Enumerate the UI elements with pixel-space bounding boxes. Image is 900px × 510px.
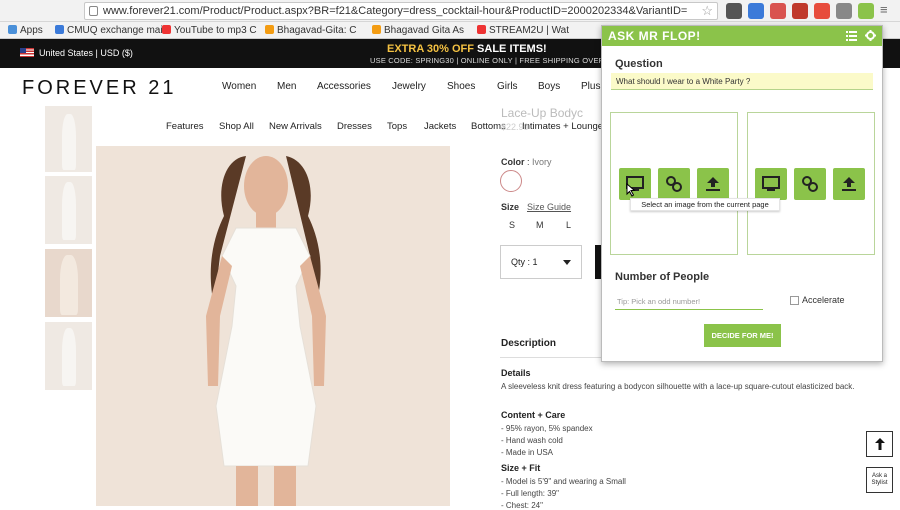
bookmark-item[interactable]: YouTube to mp3 C — [162, 23, 257, 38]
tooltip: Select an image from the current page — [630, 198, 780, 211]
mr-flop-extension-icon[interactable] — [858, 3, 874, 19]
people-input[interactable]: Tip: Pick an odd number! — [615, 294, 763, 310]
content-item: - Made in USA — [501, 448, 554, 457]
list-icon[interactable] — [846, 31, 857, 41]
subnav-intimates-lounge[interactable]: Intimates + Lounge — [522, 121, 603, 132]
popup-title: ASK MR FLOP! — [608, 29, 701, 43]
size-guide-link[interactable]: Size Guide — [527, 202, 571, 212]
decide-button[interactable]: DECIDE FOR ME! — [704, 324, 781, 347]
accelerate-label: Accelerate — [802, 295, 845, 305]
nav-accessories[interactable]: Accessories — [317, 81, 371, 92]
upload-image-button[interactable] — [833, 168, 865, 200]
promo-subline: USE CODE: SPRING30 | ONLINE ONLY | FREE … — [370, 56, 620, 65]
nav-women[interactable]: Women — [222, 81, 256, 92]
subnav-tops[interactable]: Tops — [387, 121, 407, 132]
nav-boys[interactable]: Boys — [538, 81, 560, 92]
color-row: Color : Ivory — [501, 157, 552, 167]
link-icon — [802, 176, 818, 192]
extension-icon[interactable] — [836, 3, 852, 19]
subnav-shop-all[interactable]: Shop All — [219, 121, 254, 132]
extension-icon[interactable] — [726, 3, 742, 19]
product-price: $22.90 — [501, 122, 529, 132]
popup-header: ASK MR FLOP! — [602, 26, 882, 46]
product-main-image[interactable] — [96, 146, 450, 506]
upload-image-button[interactable] — [697, 168, 729, 200]
bookmark-item[interactable]: STREAM2U | Wat — [477, 23, 569, 38]
country-selector[interactable]: United States | USD ($) — [20, 48, 133, 58]
image-url-button[interactable] — [658, 168, 690, 200]
content-item: - 95% rayon, 5% spandex — [501, 424, 593, 433]
accelerate-checkbox[interactable] — [790, 296, 799, 305]
subnav-jackets[interactable]: Jackets — [424, 121, 456, 132]
size-fit-item: - Model is 5'9" and wearing a Small — [501, 477, 626, 486]
bookmark-star-icon[interactable]: ☆ — [701, 3, 713, 19]
menu-icon[interactable]: ≡ — [880, 2, 888, 17]
nav-jewelry[interactable]: Jewelry — [392, 81, 426, 92]
nav-girls[interactable]: Girls — [497, 81, 518, 92]
us-flag-icon — [20, 48, 34, 57]
size-option-m[interactable]: M — [536, 220, 544, 230]
promo-headline[interactable]: EXTRA 30% OFF SALE ITEMS! — [387, 43, 547, 55]
upload-icon — [706, 177, 720, 191]
nav-plus[interactable]: Plus — [581, 81, 600, 92]
scroll-top-button[interactable] — [866, 431, 893, 457]
browser-toolbar: www.forever21.com/Product/Product.aspx?B… — [0, 0, 900, 22]
size-label: Size — [501, 202, 520, 212]
size-option-s[interactable]: S — [509, 220, 515, 230]
description-heading[interactable]: Description — [501, 338, 556, 349]
address-bar[interactable]: www.forever21.com/Product/Product.aspx?B… — [84, 2, 718, 20]
bookmark-item[interactable]: Bhagavad Gita As — [372, 23, 464, 38]
product-thumbnail[interactable] — [45, 106, 92, 172]
ask-mr-flop-popup: ASK MR FLOP! Question What should I wear… — [601, 25, 883, 362]
subnav-new-arrivals[interactable]: New Arrivals — [269, 121, 322, 132]
upload-icon — [842, 177, 856, 191]
subnav-features[interactable]: Features — [166, 121, 204, 132]
bookmark-apps[interactable]: Apps — [8, 23, 43, 38]
caret-down-icon — [563, 260, 571, 265]
extension-icon[interactable] — [748, 3, 764, 19]
ask-stylist-button[interactable]: Ask a Stylist — [866, 467, 893, 493]
product-title: Lace-Up Bodyc — [501, 106, 584, 120]
image-url-button[interactable] — [794, 168, 826, 200]
bookmark-item[interactable]: CMUQ exchange mail — [55, 23, 165, 38]
address-text: www.forever21.com/Product/Product.aspx?B… — [103, 5, 688, 17]
details-text: A sleeveless knit dress featuring a body… — [501, 382, 855, 391]
model-illustration — [206, 156, 326, 506]
cursor-icon — [626, 183, 636, 197]
lock-icon — [89, 6, 98, 16]
gear-icon[interactable] — [865, 30, 876, 41]
bookmark-item[interactable]: Bhagavad-Gita: C — [265, 23, 357, 38]
product-thumbnail[interactable] — [45, 249, 92, 317]
size-fit-item: - Full length: 39" — [501, 489, 559, 498]
product-thumbnail[interactable] — [45, 322, 92, 390]
details-heading: Details — [501, 368, 531, 378]
nav-shoes[interactable]: Shoes — [447, 81, 475, 92]
select-page-image-button[interactable] — [755, 168, 787, 200]
extension-icon[interactable] — [770, 3, 786, 19]
extension-icon[interactable] — [792, 3, 808, 19]
quantity-select[interactable]: Qty : 1 — [500, 245, 582, 279]
nav-men[interactable]: Men — [277, 81, 296, 92]
link-icon — [666, 176, 682, 192]
content-heading: Content + Care — [501, 410, 566, 420]
extension-icon[interactable] — [814, 3, 830, 19]
question-label: Question — [615, 58, 663, 70]
arrow-up-icon — [874, 438, 885, 450]
monitor-icon — [762, 176, 780, 191]
subnav-dresses[interactable]: Dresses — [337, 121, 372, 132]
content-item: - Hand wash cold — [501, 436, 563, 445]
color-swatch-ivory[interactable] — [500, 170, 522, 192]
question-input[interactable]: What should I wear to a White Party ? — [611, 73, 873, 90]
product-thumbnail[interactable] — [45, 176, 92, 244]
size-option-l[interactable]: L — [566, 220, 571, 230]
people-label: Number of People — [615, 271, 710, 283]
site-logo[interactable]: FOREVER 21 — [22, 77, 176, 100]
size-fit-heading: Size + Fit — [501, 463, 541, 473]
